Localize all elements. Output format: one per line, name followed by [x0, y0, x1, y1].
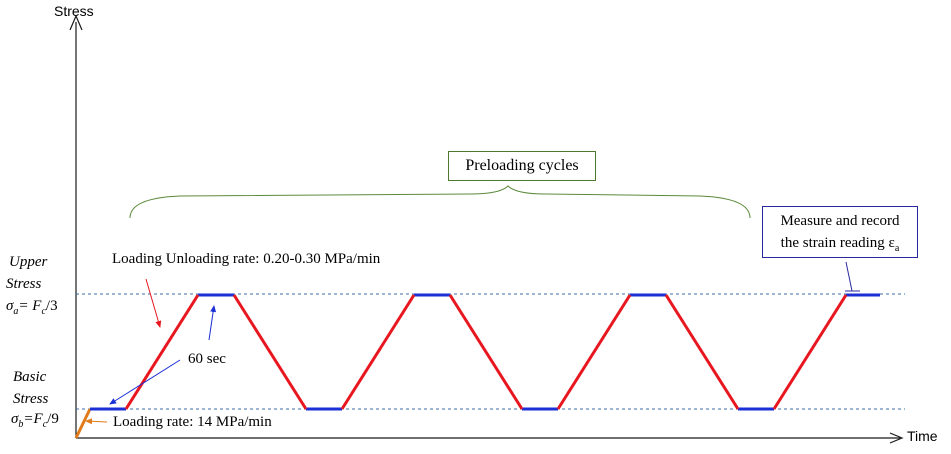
unloading-ramp-2	[448, 294, 524, 410]
formula-eq: =F	[23, 411, 43, 427]
formula-tail: /9	[47, 411, 59, 427]
preloading-brace	[129, 185, 751, 219]
loading-ramp-2	[340, 294, 416, 410]
loading-ramp-3	[556, 294, 632, 410]
hold-time-arrow-basic	[109, 359, 181, 405]
formula-tail: /3	[45, 298, 58, 314]
y-axis-label: Stress	[54, 3, 94, 19]
measure-subscript-a: a	[894, 243, 900, 254]
loading-rate-arrow	[85, 418, 108, 425]
preloading-cycles-box: Preloading cycles	[448, 151, 596, 181]
measure-line-2: the strain reading εa	[763, 232, 917, 260]
measure-line-2-text: the strain reading ε	[780, 235, 895, 251]
loading-unloading-rate-label: Loading Unloading rate: 0.20-0.30 MPa/mi…	[112, 251, 381, 267]
loading-rate-label: Loading rate: 14 MPa/min	[113, 414, 272, 430]
loading-ramp-4	[772, 294, 848, 410]
upper-stress-formula: σa= Fc/3	[6, 298, 58, 317]
hold-time-label: 60 sec	[188, 351, 226, 367]
x-axis-label: Time	[907, 428, 938, 444]
loading-unloading-rate-arrow	[145, 278, 162, 328]
measure-strain-box: Measure and record the strain reading εa	[762, 206, 918, 258]
measure-line-1: Measure and record	[780, 213, 900, 229]
upper-stress-label-line2: Stress	[6, 276, 42, 292]
basic-stress-formula: σb=Fc/9	[11, 411, 59, 430]
basic-stress-label-line1: Basic	[13, 369, 47, 385]
stress-time-diagram: Stress Time Upper Stress σa= Fc/3 Basic …	[0, 0, 951, 454]
basic-stress-label-line2: Stress	[13, 391, 49, 407]
formula-eq: = F	[18, 298, 42, 314]
initial-loading-ramp	[74, 408, 92, 439]
upper-stress-label-line1: Upper	[9, 254, 48, 270]
unloading-ramp-1	[232, 294, 308, 410]
measure-callout-pointer	[845, 261, 860, 292]
unloading-ramp-3	[664, 294, 740, 410]
hold-time-arrow-upper	[208, 305, 217, 341]
preloading-cycles-label: Preloading cycles	[465, 157, 579, 174]
